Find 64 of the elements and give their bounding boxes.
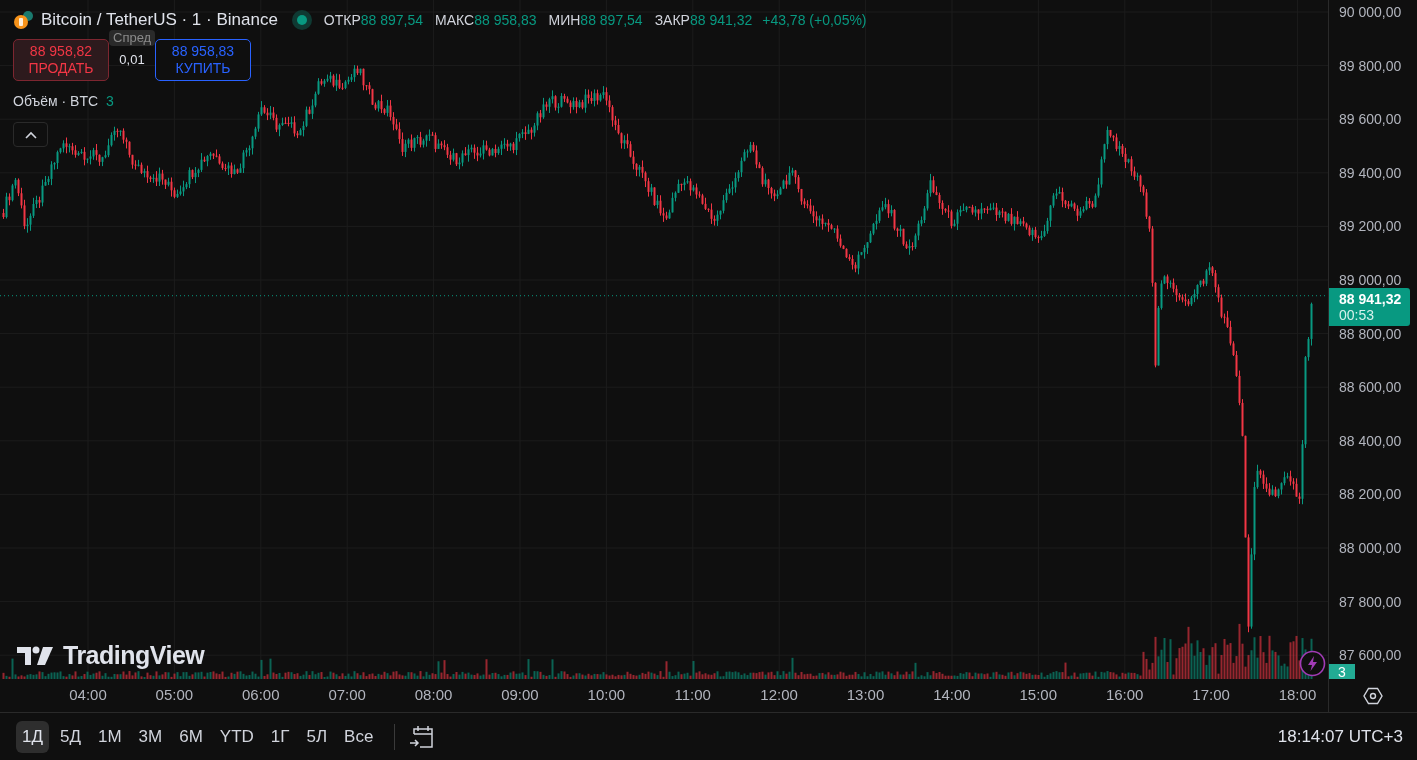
ohlc-value: 88 897,54 [580,10,643,30]
time-axis-label: 10:00 [586,685,627,706]
time-axis-label: 09:00 [500,685,540,706]
ohlc-label: МИН [548,10,581,30]
volume-label: Объём · BTC [13,92,99,111]
time-axis-label: 11:00 [673,685,712,706]
ohlc-value: 88 897,54 [360,10,424,30]
calendar-icon[interactable] [409,723,436,750]
price-axis-label: 87 600,00 [1339,647,1402,664]
settings-icon[interactable] [1363,685,1383,706]
sell-button[interactable]: 88 958,82 ПРОДАТЬ [13,39,109,81]
ohlc-label: МАКС [435,10,475,30]
logo-text: TradingView [63,640,205,671]
range-tab[interactable]: 6М [173,720,209,753]
time-axis-label: 06:00 [241,685,281,706]
last-price: 88 941,32 [1339,291,1403,307]
volume-value: 3 [106,92,114,111]
range-tab[interactable]: 1Д [16,720,49,753]
chevron-up-icon [24,130,37,139]
price-axis-label: 89 200,00 [1339,218,1402,235]
price-axis-label: 88 800,00 [1339,325,1402,342]
time-axis-label: 13:00 [845,685,886,706]
time-axis-label: 17:00 [1191,685,1231,706]
price-axis-label: 90 000,00 [1339,4,1402,20]
ohlc-value: 88 941,32 [689,10,753,30]
price-axis-label: 89 400,00 [1339,164,1402,181]
tooltip: Спред [109,30,156,46]
price-axis-label: 88 400,00 [1339,432,1402,449]
time-axis-label: 14:00 [932,685,972,706]
collapse-button[interactable] [13,122,48,147]
range-tab[interactable]: YTD [213,720,260,753]
coin-icon [13,10,35,30]
price-axis-label: 89 000,00 [1339,271,1402,288]
range-tab[interactable]: 1М [91,720,128,753]
ohlc-label: ЗАКР [654,10,690,30]
ohlc-value: 88 958,83 [474,10,537,30]
price-axis-label: 88 000,00 [1339,539,1402,556]
time-axis-label: 05:00 [154,685,195,706]
spread-value: 0,01 [118,51,146,70]
buy-button[interactable]: 88 958,83 КУПИТЬ [155,39,251,81]
clock[interactable]: 18:14:07 UTC+3 [1277,723,1403,750]
time-axis-label: 04:00 [68,685,108,706]
price-axis-label: 88 200,00 [1339,486,1402,503]
price-change: +43,78 (+0,05%) [762,10,867,30]
ohlc-label: ОТКР [323,10,361,30]
range-tab[interactable]: 3М [132,720,169,753]
range-tab[interactable]: Все [338,720,380,753]
time-axis-label: 16:00 [1104,685,1145,706]
time-axis-label: 07:00 [327,685,367,706]
logo-icon [17,644,55,667]
range-tab[interactable]: 1Г [264,720,296,753]
range-tab[interactable]: 5Д [53,720,87,753]
price-axis-label: 88 600,00 [1339,379,1402,396]
time-axis-label: 12:00 [759,685,799,706]
lightning-icon[interactable] [1299,650,1326,677]
range-tab[interactable]: 5Л [300,720,334,753]
time-axis-label: 15:00 [1018,685,1059,706]
countdown: 00:53 [1339,307,1376,323]
price-axis-label: 87 800,00 [1339,593,1402,610]
time-axis-label: 18:00 [1277,685,1318,706]
time-axis-label: 08:00 [413,685,454,706]
price-axis-label: 89 800,00 [1339,57,1402,74]
price-axis-label: 89 600,00 [1339,111,1402,128]
symbol-title[interactable]: Bitcoin / TetherUS · 1 · Binance [41,10,278,30]
